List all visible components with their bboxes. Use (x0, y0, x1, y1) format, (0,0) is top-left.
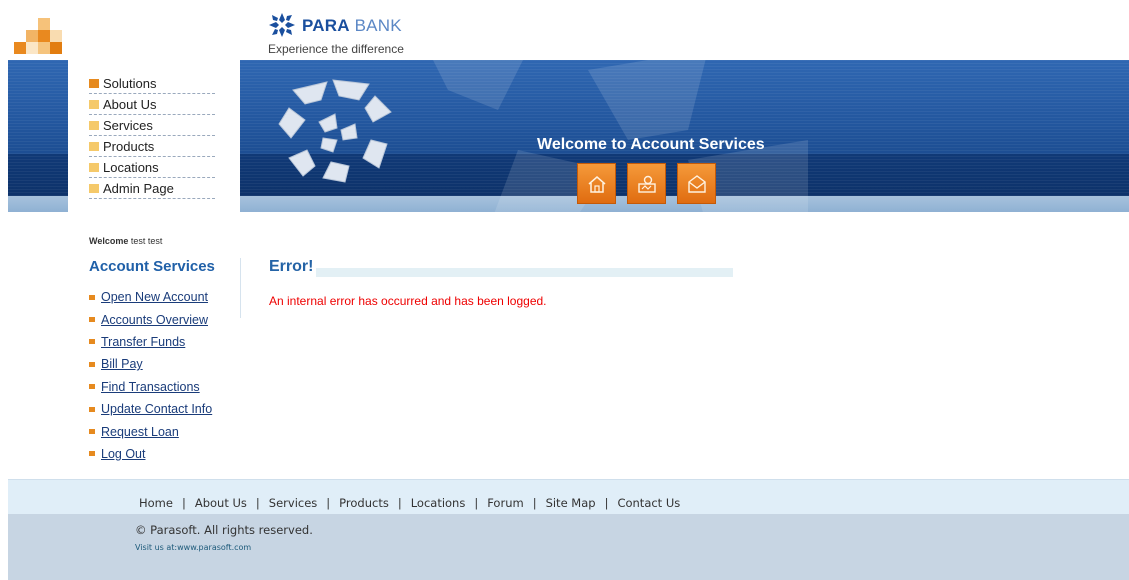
footer-link-forum[interactable]: Forum (487, 496, 523, 510)
brand-tagline: Experience the difference (268, 42, 404, 56)
request-loan-link[interactable]: Request Loan (101, 425, 179, 439)
nav-item-about-us[interactable]: About Us (89, 94, 215, 115)
visit-parasoft-link[interactable]: Visit us at:www.parasoft.com (135, 543, 251, 552)
brand-logo[interactable]: PARA BANK Experience the difference (268, 12, 468, 56)
list-item: Request Loan (89, 420, 212, 442)
list-item: Log Out (89, 443, 212, 465)
transfer-funds-link[interactable]: Transfer Funds (101, 335, 185, 349)
home-icon (588, 175, 605, 193)
nav-bullet-icon (89, 183, 99, 193)
footer-separator: | (474, 496, 479, 510)
footer-bottom: © Parasoft. All rights reserved. Visit u… (8, 514, 1129, 580)
nav-item-products[interactable]: Products (89, 136, 215, 157)
footer-link-locations[interactable]: Locations (411, 496, 466, 510)
nav-item-locations[interactable]: Locations (89, 157, 215, 178)
open-new-account-link[interactable]: Open New Account (101, 290, 208, 304)
home-button[interactable] (577, 163, 616, 204)
nav-bullet-icon (89, 141, 99, 151)
user-name: test test (130, 236, 163, 246)
list-item: Find Transactions (89, 376, 212, 398)
footer-separator: | (255, 496, 260, 510)
nav-item-label: Products (103, 138, 155, 154)
copyright-text: © Parasoft. All rights reserved. (135, 523, 313, 537)
logo-squares (14, 18, 70, 62)
bullet-icon (89, 317, 95, 323)
nav-bullet-icon (89, 120, 99, 130)
bullet-icon (89, 384, 95, 390)
nav-bullet-icon (89, 99, 99, 109)
nav-bullet-icon (89, 78, 99, 88)
bullet-icon (89, 294, 95, 300)
bullet-icon (89, 361, 95, 367)
about-button[interactable] (627, 163, 666, 204)
bullet-icon (89, 451, 95, 457)
log-out-link[interactable]: Log Out (101, 447, 145, 461)
banner-logo-icon (278, 79, 392, 183)
bullet-icon (89, 429, 95, 435)
footer-separator: | (181, 496, 186, 510)
page-title: Error! (269, 258, 314, 275)
nav-item-label: Admin Page (103, 180, 174, 196)
footer-nav: Home | About Us | Services | Products | … (139, 496, 680, 510)
find-transactions-link[interactable]: Find Transactions (101, 380, 200, 394)
welcome-user: Welcome test test (89, 236, 162, 246)
footer-link-site-map[interactable]: Site Map (546, 496, 596, 510)
top-nav-list: Solutions About Us Services Products Loc… (89, 73, 215, 199)
error-message: An internal error has occurred and has b… (269, 294, 547, 308)
footer-link-home[interactable]: Home (139, 496, 173, 510)
bullet-icon (89, 339, 95, 345)
title-underline-bar (316, 268, 733, 277)
footer-link-products[interactable]: Products (339, 496, 389, 510)
list-item: Update Contact Info (89, 398, 212, 420)
account-services-heading: Account Services (89, 258, 215, 275)
footer-separator: | (604, 496, 609, 510)
account-services-list: Open New Account Accounts Overview Trans… (89, 286, 212, 465)
footer-links-bar: Home | About Us | Services | Products | … (8, 479, 1129, 514)
update-contact-info-link[interactable]: Update Contact Info (101, 402, 212, 416)
footer-separator: | (397, 496, 402, 510)
list-item: Transfer Funds (89, 331, 212, 353)
nav-item-label: Locations (103, 159, 159, 175)
brand-name: PARA BANK (302, 16, 402, 35)
footer-link-services[interactable]: Services (269, 496, 318, 510)
footer-separator: | (326, 496, 331, 510)
nav-item-label: About Us (103, 96, 157, 112)
bill-pay-link[interactable]: Bill Pay (101, 357, 143, 371)
mail-icon (687, 174, 706, 193)
content-divider (240, 258, 241, 318)
banner-title: Welcome to Account Services (537, 136, 765, 153)
list-item: Bill Pay (89, 353, 212, 375)
nav-bullet-icon (89, 162, 99, 172)
footer-link-contact-us[interactable]: Contact Us (617, 496, 680, 510)
nav-item-services[interactable]: Services (89, 115, 215, 136)
parabank-logo-icon (269, 13, 295, 37)
contact-icon (637, 175, 656, 193)
list-item: Open New Account (89, 286, 212, 308)
nav-item-label: Solutions (103, 75, 157, 91)
nav-item-solutions[interactable]: Solutions (89, 73, 215, 94)
nav-item-admin-page[interactable]: Admin Page (89, 178, 215, 199)
contact-button[interactable] (677, 163, 716, 204)
bullet-icon (89, 406, 95, 412)
nav-item-label: Services (103, 117, 153, 133)
list-item: Accounts Overview (89, 308, 212, 330)
accounts-overview-link[interactable]: Accounts Overview (101, 313, 208, 327)
left-nav-panel: Solutions About Us Services Products Loc… (68, 60, 240, 230)
footer-separator: | (532, 496, 537, 510)
welcome-label: Welcome (89, 236, 129, 246)
footer-link-about-us[interactable]: About Us (195, 496, 247, 510)
